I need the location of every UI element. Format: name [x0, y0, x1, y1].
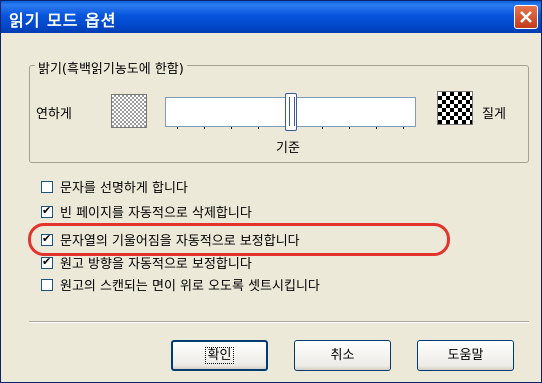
- light-label: 연하게: [36, 107, 72, 122]
- close-button[interactable]: [514, 5, 538, 29]
- slider-tick: [349, 127, 350, 129]
- option-label: 원고의 스캔되는 면이 위로 오도록 셋트시킵니다: [60, 279, 320, 294]
- option-checkbox[interactable]: [41, 181, 53, 193]
- option-checkbox[interactable]: [41, 204, 53, 218]
- brightness-group-label: 밝기(흑백읽기농도에 한함): [35, 58, 187, 77]
- slider-tick: [403, 127, 404, 129]
- brightness-slider-thumb[interactable]: [285, 93, 297, 131]
- option-label: 문자를 선명하게 합니다: [60, 181, 188, 196]
- dark-label: 질게: [482, 107, 506, 122]
- slider-tick: [177, 127, 178, 129]
- separator: [29, 321, 529, 323]
- help-button[interactable]: 도움말: [417, 340, 514, 371]
- slider-tick: [258, 127, 259, 129]
- ok-button[interactable]: 확인: [171, 340, 268, 371]
- slider-tick: [376, 127, 377, 129]
- option-checkbox[interactable]: [41, 255, 53, 269]
- reading-mode-options-dialog: 읽기 모드 옵션 밝기(흑백읽기농도에 한함) 연하게 기준 질게 문자를 선명…: [0, 0, 542, 383]
- slider-tick: [204, 127, 205, 129]
- light-pattern-swatch: [111, 94, 147, 128]
- ok-button-label: 확인: [204, 347, 235, 364]
- highlight-annotation: [28, 223, 450, 256]
- cancel-button[interactable]: 취소: [294, 340, 391, 371]
- option-label: 빈 페이지를 자동적으로 삭제합니다: [60, 206, 252, 221]
- option-checkbox[interactable]: [41, 279, 53, 291]
- title-bar[interactable]: 읽기 모드 옵션: [1, 1, 541, 33]
- slider-tick: [231, 127, 232, 129]
- window-title: 읽기 모드 옵션: [9, 11, 117, 30]
- slider-center-label: 기준: [276, 141, 300, 156]
- slider-tick: [322, 127, 323, 129]
- help-button-label: 도움말: [447, 348, 484, 363]
- cancel-button-label: 취소: [330, 348, 355, 363]
- dark-pattern-swatch: [437, 91, 473, 125]
- close-icon: [520, 11, 532, 23]
